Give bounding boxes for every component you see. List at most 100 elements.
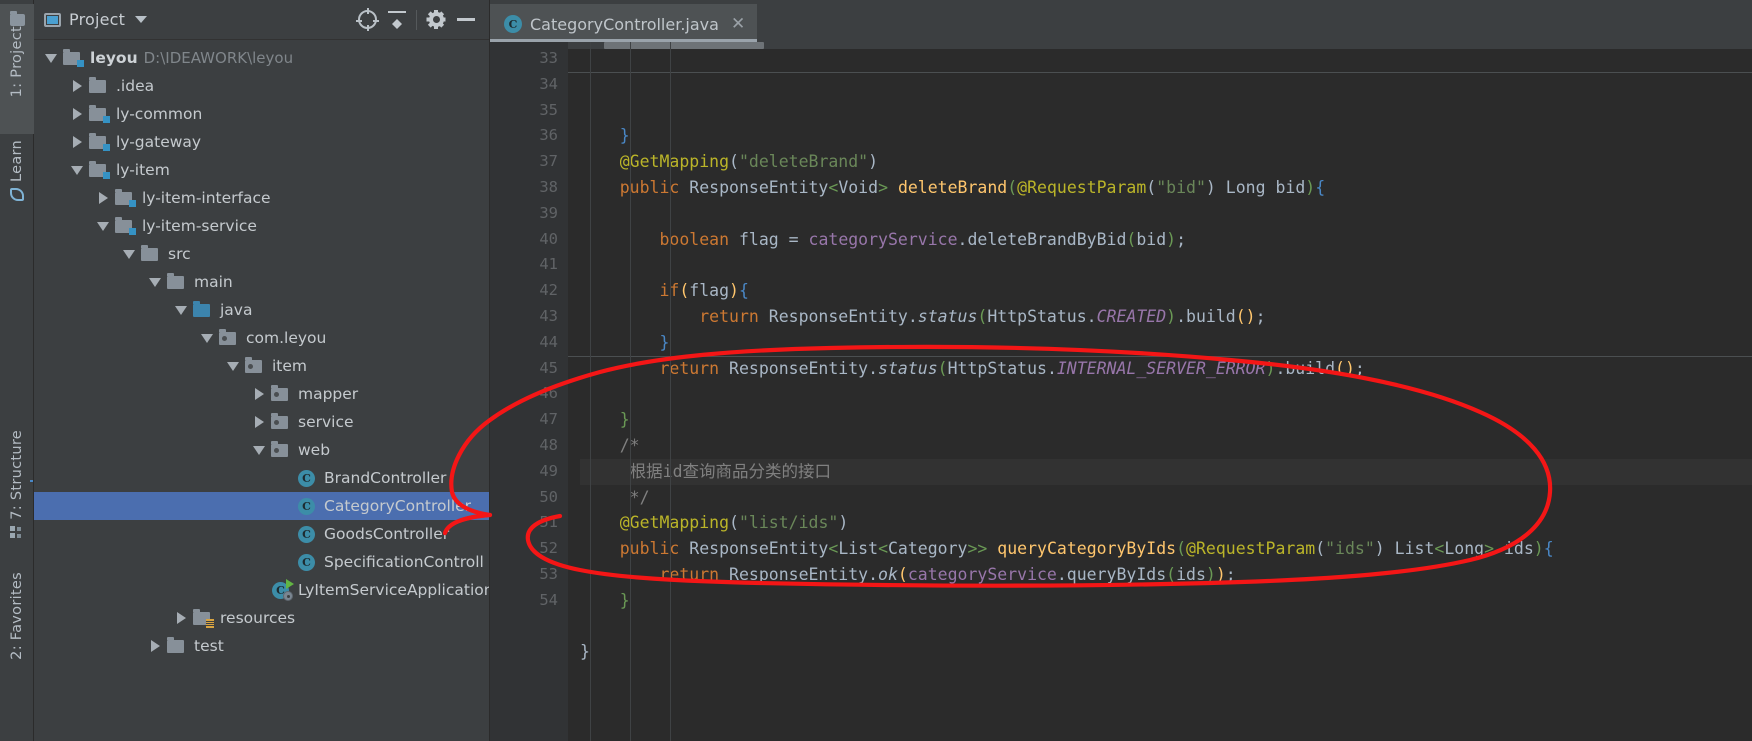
tree-node-test[interactable]: test — [34, 632, 489, 660]
tree-node-specificationcontroll[interactable]: C SpecificationControll — [34, 548, 489, 576]
code-line[interactable]: } — [580, 588, 1752, 614]
code-line[interactable]: public ResponseEntity<List<Category>> qu… — [580, 536, 1752, 562]
line-number[interactable]: 40 — [490, 227, 568, 253]
tree-node-ly-item-interface[interactable]: ly-item-interface — [34, 184, 489, 212]
locate-icon[interactable] — [352, 5, 382, 35]
code-line[interactable]: */ — [580, 485, 1752, 511]
tree-node-goodscontroller[interactable]: C GoodsController — [34, 520, 489, 548]
collapse-arrow-icon[interactable] — [118, 240, 140, 268]
tool-tab-structure[interactable]: 7: Structure — [0, 430, 34, 562]
horizontal-scrollbar-track[interactable] — [568, 42, 1752, 49]
code-line[interactable]: } — [580, 330, 1752, 356]
code-line[interactable] — [580, 252, 1752, 278]
collapse-arrow-icon[interactable] — [66, 156, 88, 184]
code-line[interactable]: } — [580, 639, 1752, 665]
collapse-arrow-icon[interactable] — [222, 352, 244, 380]
collapse-arrow-icon[interactable] — [144, 268, 166, 296]
line-number[interactable]: 38 — [490, 175, 568, 201]
line-number[interactable]: 48 — [490, 433, 568, 459]
expand-arrow-icon[interactable] — [92, 184, 114, 212]
tree-node-ly-item-service[interactable]: ly-item-service — [34, 212, 489, 240]
line-number[interactable]: 52 — [490, 536, 568, 562]
horizontal-scrollbar-thumb[interactable] — [604, 42, 764, 49]
tree-node-mapper[interactable]: mapper — [34, 380, 489, 408]
tree-node-com-leyou[interactable]: com.leyou — [34, 324, 489, 352]
tree-node-ly-item[interactable]: ly-item — [34, 156, 489, 184]
line-number[interactable]: 51 — [490, 510, 568, 536]
chevron-down-icon[interactable] — [135, 16, 148, 23]
line-number-gutter[interactable]: 33 34 35 36 37 38 39 40 41 42 43 44 45 46 47 48 49 50 51 52… — [490, 42, 568, 741]
code-line[interactable]: 根据id查询商品分类的接口 — [580, 458, 1752, 485]
collapse-all-icon[interactable] — [382, 5, 412, 35]
expand-arrow-icon[interactable] — [170, 604, 192, 632]
collapse-arrow-icon[interactable] — [170, 296, 192, 324]
tree-node-java[interactable]: java — [34, 296, 489, 324]
expand-arrow-icon[interactable] — [248, 408, 270, 436]
tree-node-src[interactable]: src — [34, 240, 489, 268]
tree-node-leyou[interactable]: leyou D:\IDEAWORK\leyou — [34, 44, 489, 72]
tool-tab-project[interactable]: 1: Project — [0, 4, 34, 134]
line-number[interactable]: 42 — [490, 278, 568, 304]
code-line[interactable]: @GetMapping("list/ids") — [580, 510, 1752, 536]
tree-node-label: main — [194, 273, 233, 291]
code-line[interactable]: return ResponseEntity.ok(categoryService… — [580, 562, 1752, 588]
code-line[interactable] — [580, 201, 1752, 227]
line-number[interactable]: 44 — [490, 330, 568, 356]
line-number[interactable]: 46 — [490, 381, 568, 407]
line-number[interactable]: 43 — [490, 304, 568, 330]
expand-arrow-icon[interactable] — [144, 632, 166, 660]
line-number[interactable]: 53 — [490, 562, 568, 588]
tree-node-ly-common[interactable]: ly-common — [34, 100, 489, 128]
expand-arrow-icon[interactable] — [66, 100, 88, 128]
tool-tab-learn[interactable]: Learn — [0, 140, 34, 236]
line-number[interactable]: 35 — [490, 98, 568, 124]
collapse-arrow-icon[interactable] — [40, 44, 62, 72]
code-line[interactable]: /* — [580, 433, 1752, 459]
tree-node-ly-gateway[interactable]: ly-gateway — [34, 128, 489, 156]
tree-node-main[interactable]: main — [34, 268, 489, 296]
expand-arrow-icon[interactable] — [66, 128, 88, 156]
collapse-arrow-icon[interactable] — [92, 212, 114, 240]
line-number[interactable]: 54 — [490, 588, 568, 614]
tree-node-lyitemserviceapplication[interactable]: C LyItemServiceApplication — [34, 576, 489, 604]
line-number[interactable]: 47 — [490, 407, 568, 433]
code-line[interactable] — [580, 665, 1752, 691]
line-number[interactable]: 37 — [490, 149, 568, 175]
line-number[interactable]: 34 — [490, 72, 568, 98]
code-line[interactable]: } — [580, 123, 1752, 149]
gear-icon[interactable] — [421, 5, 451, 35]
tree-node-item[interactable]: item — [34, 352, 489, 380]
line-number[interactable]: 45 — [490, 356, 568, 382]
line-number[interactable]: 41 — [490, 252, 568, 278]
minimize-icon[interactable] — [451, 5, 481, 35]
project-tree[interactable]: leyou D:\IDEAWORK\leyou .idea ly-common ly-g… — [34, 40, 489, 741]
tree-node--idea[interactable]: .idea — [34, 72, 489, 100]
code-line[interactable]: @GetMapping("deleteBrand") — [580, 149, 1752, 175]
tool-tab-favorites[interactable]: 2: Favorites — [0, 572, 34, 712]
code-line[interactable]: return ResponseEntity.status(HttpStatus.… — [580, 356, 1752, 382]
code-line[interactable]: } — [580, 407, 1752, 433]
line-number[interactable]: 49 — [490, 459, 568, 485]
expand-arrow-icon[interactable] — [248, 380, 270, 408]
tree-node-categorycontroller[interactable]: C CategoryController — [34, 492, 489, 520]
code-line[interactable]: return ResponseEntity.status(HttpStatus.… — [580, 304, 1752, 330]
code-content[interactable]: } @GetMapping("deleteBrand") public Resp… — [568, 42, 1752, 741]
code-line[interactable]: if(flag){ — [580, 278, 1752, 304]
tree-node-web[interactable]: web — [34, 436, 489, 464]
code-line[interactable]: public ResponseEntity<Void> deleteBrand(… — [580, 175, 1752, 201]
tree-node-service[interactable]: service — [34, 408, 489, 436]
tree-node-resources[interactable]: resources — [34, 604, 489, 632]
expand-arrow-icon[interactable] — [66, 72, 88, 100]
line-number[interactable]: 36 — [490, 123, 568, 149]
line-number[interactable]: 50 — [490, 485, 568, 511]
code-line[interactable] — [580, 381, 1752, 407]
collapse-arrow-icon[interactable] — [248, 436, 270, 464]
line-number[interactable]: 39 — [490, 201, 568, 227]
collapse-arrow-icon[interactable] — [196, 324, 218, 352]
close-icon[interactable]: ✕ — [731, 15, 745, 33]
editor-tab-categorycontroller[interactable]: C CategoryController.java ✕ — [490, 4, 758, 42]
code-line[interactable]: boolean flag = categoryService.deleteBra… — [580, 227, 1752, 253]
line-number[interactable]: 33 — [490, 46, 568, 72]
tree-node-brandcontroller[interactable]: C BrandController — [34, 464, 489, 492]
code-line[interactable] — [580, 614, 1752, 640]
